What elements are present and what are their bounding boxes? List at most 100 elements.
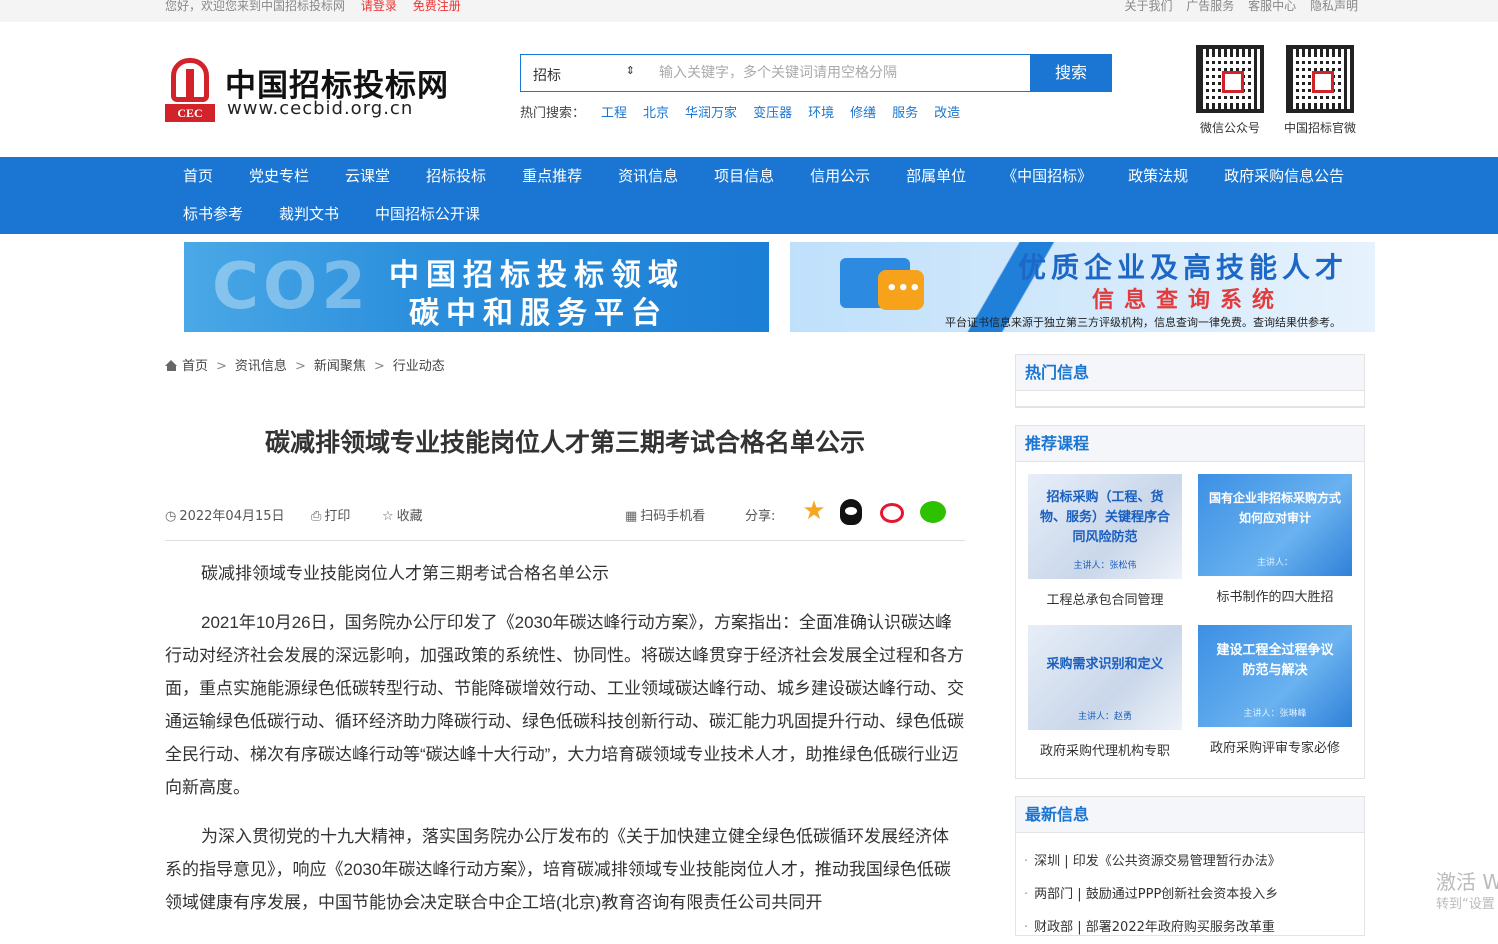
course-speaker: 主讲人：张松伟 [1073, 561, 1137, 571]
nav-item-policy[interactable]: 政策法规 [1110, 157, 1206, 195]
hot-keyword[interactable]: 变压器 [753, 106, 792, 121]
nav-item-cloud-class[interactable]: 云课堂 [327, 157, 408, 195]
news-item[interactable]: 财政部 | 部署2022年政府购买服务改革重 [1024, 911, 1364, 944]
banner-line-2: 信息查询系统 [1092, 287, 1285, 313]
about-link[interactable]: 关于我们 [1124, 0, 1172, 13]
qzone-star-icon[interactable]: ★ [800, 497, 828, 525]
nav-row-1: 首页 党史专栏 云课堂 招标投标 重点推荐 资讯信息 项目信息 信用公示 部属单… [165, 157, 1362, 195]
site-header: CEC 中国招标投标网 www.cecbid.org.cn 招标 ⇕ 搜索 热门… [0, 22, 1498, 157]
course-cover: 建设工程全过程争议防范与解决 主讲人：张琳峰 [1198, 625, 1352, 727]
banner-line-2: 碳中和服务平台 [409, 296, 668, 331]
hot-keyword[interactable]: 北京 [643, 106, 669, 121]
search-button[interactable]: 搜索 [1030, 54, 1112, 92]
nav-item-bidding[interactable]: 招标投标 [408, 157, 504, 195]
nav-item-bid-docs[interactable]: 标书参考 [165, 195, 261, 233]
date-text: 2022年04月15日 [179, 509, 285, 524]
home-icon [165, 360, 178, 371]
login-link[interactable]: 请登录 [361, 0, 397, 13]
hot-keyword[interactable]: 华润万家 [685, 106, 737, 121]
top-links: 关于我们 广告服务 客服中心 隐私声明 [1124, 0, 1358, 14]
article-paragraph: 为深入贯彻党的十九大精神，落实国务院办公厅发布的《关于加快建立健全绿色低碳循环发… [165, 827, 951, 912]
mobile-qr-button[interactable]: ▦ 扫码手机看 [625, 505, 705, 524]
print-button[interactable]: ⎙ 打印 [311, 505, 350, 524]
select-arrows-icon: ⇕ [625, 64, 635, 77]
ad-service-link[interactable]: 广告服务 [1186, 0, 1234, 13]
favorite-button[interactable]: ☆ 收藏 [382, 505, 423, 524]
wechat-icon[interactable] [920, 501, 946, 523]
hot-keyword[interactable]: 服务 [892, 106, 918, 121]
carbon-platform-banner[interactable]: CO2 中国招标投标领域 碳中和服务平台 [184, 242, 769, 332]
course-speaker: 主讲人： [1256, 558, 1293, 568]
greeting-text: 您好，欢迎您来到中国招标投标网 [165, 0, 346, 13]
mobile-qr-label: 扫码手机看 [640, 509, 706, 524]
privacy-link[interactable]: 隐私声明 [1310, 0, 1358, 13]
course-card[interactable]: 建设工程全过程争议防范与解决 主讲人：张琳峰 政府采购评审专家必修 [1198, 625, 1352, 756]
course-speaker: 主讲人：张琳峰 [1243, 709, 1307, 719]
course-caption: 政府采购代理机构专职 [1039, 744, 1170, 759]
torch-logo-icon: CEC [165, 58, 215, 122]
publish-date: ◷ 2022年04月15日 [165, 505, 285, 524]
customer-service-link[interactable]: 客服中心 [1248, 0, 1296, 13]
nav-item-featured[interactable]: 重点推荐 [504, 157, 600, 195]
qq-icon[interactable] [840, 499, 862, 525]
course-cover-title: 招标采购（工程、货物、服务）关键程序合同风险防范 [1039, 490, 1170, 545]
breadcrumb-home[interactable]: 首页 [182, 359, 208, 374]
share-icons: ★ [800, 497, 970, 533]
banner-line-1: 优质企业及高技能人才 [1018, 251, 1349, 284]
article-meta: ◷ 2022年04月15日 ⎙ 打印 ☆ 收藏 ▦ 扫码手机看 分享: ★ [165, 497, 965, 541]
site-logo[interactable]: CEC 中国招标投标网 www.cecbid.org.cn [165, 58, 465, 124]
weibo-icon[interactable] [880, 503, 904, 523]
nav-item-party-history[interactable]: 党史专栏 [231, 157, 327, 195]
nav-item-judgments[interactable]: 裁判文书 [261, 195, 357, 233]
hot-keyword[interactable]: 环境 [808, 106, 834, 121]
latest-news-panel: 最新信息 深圳 | 印发《公共资源交易管理暂行办法》 两部门 | 鼓励通过PPP… [1015, 796, 1365, 936]
hot-keyword[interactable]: 改造 [934, 106, 960, 121]
nav-item-open-class[interactable]: 中国招标公开课 [357, 195, 498, 233]
course-caption: 工程总承包合同管理 [1046, 593, 1164, 608]
nav-item-news[interactable]: 资讯信息 [600, 157, 696, 195]
qr-code-icon [1196, 45, 1264, 113]
register-link[interactable]: 免费注册 [413, 0, 461, 13]
course-card[interactable]: 国有企业非招标采购方式如何应对审计 主讲人： 标书制作的四大胜招 [1198, 474, 1352, 605]
hot-search-label: 热门搜索： [520, 106, 586, 121]
search-category-select[interactable]: 招标 ⇕ [520, 54, 645, 92]
breadcrumb-separator: > [294, 359, 306, 374]
course-cover-title: 采购需求识别和定义 [1046, 657, 1164, 672]
weibo-qr: 中国招标官微 [1281, 45, 1359, 136]
qr-label: 微信公众号 [1199, 121, 1260, 135]
nav-row-2: 标书参考 裁判文书 中国招标公开课 [165, 195, 498, 233]
printer-icon: ⎙ [311, 509, 322, 524]
nav-item-units[interactable]: 部属单位 [888, 157, 984, 195]
course-cover: 采购需求识别和定义 主讲人：赵勇 [1028, 625, 1182, 730]
star-outline-icon: ☆ [382, 509, 394, 524]
nav-item-gov-procurement[interactable]: 政府采购信息公告 [1206, 157, 1362, 195]
qr-code-icon [1286, 45, 1354, 113]
talent-query-banner[interactable]: 优质企业及高技能人才 信息查询系统 平台证书信息来源于独立第三方评级机构，信息查… [790, 242, 1375, 332]
nav-item-projects[interactable]: 项目信息 [696, 157, 792, 195]
hot-keyword[interactable]: 修缮 [850, 106, 876, 121]
course-cover: 国有企业非招标采购方式如何应对审计 主讲人： [1198, 474, 1352, 576]
breadcrumb-focus[interactable]: 新闻聚焦 [314, 359, 366, 374]
news-item[interactable]: 两部门 | 鼓励通过PPP创新社会资本投入乡 [1024, 878, 1364, 911]
course-card[interactable]: 招标采购（工程、货物、服务）关键程序合同风险防范 主讲人：张松伟 工程总承包合同… [1028, 474, 1182, 608]
breadcrumb-separator: > [373, 359, 385, 374]
course-caption: 标书制作的四大胜招 [1216, 590, 1334, 605]
nav-item-credit[interactable]: 信用公示 [792, 157, 888, 195]
hot-keyword[interactable]: 工程 [601, 106, 627, 121]
panel-divider [1016, 391, 1364, 407]
qr-label: 中国招标官微 [1283, 121, 1356, 135]
panel-title: 最新信息 [1016, 797, 1364, 833]
wechat-qr: 微信公众号 [1191, 45, 1269, 136]
panel-title: 推荐课程 [1016, 426, 1364, 462]
chat-illustration-icon [820, 248, 960, 328]
nav-item-home[interactable]: 首页 [165, 157, 231, 195]
search-input[interactable] [645, 54, 1031, 92]
course-card[interactable]: 采购需求识别和定义 主讲人：赵勇 政府采购代理机构专职 [1028, 625, 1182, 759]
course-speaker: 主讲人：赵勇 [1077, 712, 1132, 722]
breadcrumb-industry[interactable]: 行业动态 [393, 359, 445, 374]
news-item[interactable]: 深圳 | 印发《公共资源交易管理暂行办法》 [1024, 845, 1364, 878]
banner-note: 平台证书信息来源于独立第三方评级机构，信息查询一律免费。查询结果供参考。 [945, 316, 1341, 329]
nav-item-magazine[interactable]: 《中国招标》 [984, 157, 1110, 195]
breadcrumb-news[interactable]: 资讯信息 [235, 359, 287, 374]
main-nav: 首页 党史专栏 云课堂 招标投标 重点推荐 资讯信息 项目信息 信用公示 部属单… [0, 157, 1498, 234]
